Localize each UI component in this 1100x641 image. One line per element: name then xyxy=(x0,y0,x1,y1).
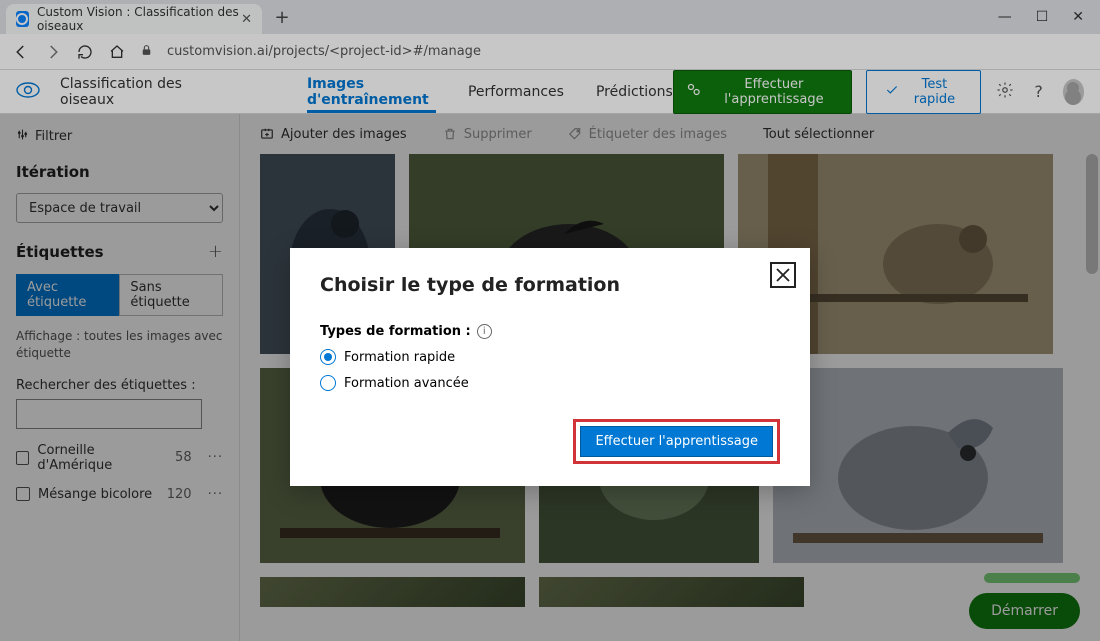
radio-advanced-training[interactable]: Formation avancée xyxy=(320,375,780,391)
check-icon xyxy=(885,83,899,101)
address-bar: customvision.ai/projects/<project-id>#/m… xyxy=(0,34,1100,70)
training-types-label: Types de formation : i xyxy=(320,324,780,339)
browser-tab-strip: Custom Vision : Classification des oisea… xyxy=(0,0,1100,34)
app-header: Classification des oiseaux Images d'entr… xyxy=(0,70,1100,114)
quick-test-button[interactable]: Test rapide xyxy=(866,70,981,114)
radio-label: Formation rapide xyxy=(344,350,455,365)
info-icon[interactable]: i xyxy=(477,324,492,339)
help-icon[interactable]: ? xyxy=(1029,82,1049,101)
train-button[interactable]: Effectuer l'apprentissage xyxy=(673,70,852,114)
minimize-icon[interactable]: — xyxy=(998,9,1012,25)
reload-icon[interactable] xyxy=(76,43,94,61)
app-tabs: Images d'entraînement Performances Prédi… xyxy=(307,70,673,113)
favicon-icon xyxy=(16,11,29,27)
new-tab-button[interactable]: + xyxy=(268,3,296,31)
gears-icon xyxy=(686,82,701,101)
radio-label: Formation avancée xyxy=(344,376,469,391)
avatar[interactable] xyxy=(1063,79,1084,105)
settings-icon[interactable] xyxy=(995,81,1015,103)
home-icon[interactable] xyxy=(108,43,126,61)
submit-training-button[interactable]: Effectuer l'apprentissage xyxy=(580,426,773,457)
train-button-label: Effectuer l'apprentissage xyxy=(709,77,839,107)
training-type-modal: Choisir le type de formation Types de fo… xyxy=(290,248,810,486)
tab-title: Custom Vision : Classification des oisea… xyxy=(37,5,241,33)
custom-vision-logo-icon xyxy=(16,82,40,102)
lock-icon xyxy=(140,44,153,60)
close-modal-button[interactable] xyxy=(770,262,796,288)
radio-icon xyxy=(320,349,336,365)
browser-tab[interactable]: Custom Vision : Classification des oisea… xyxy=(6,4,262,34)
modal-title: Choisir le type de formation xyxy=(320,274,780,296)
tab-predictions[interactable]: Prédictions xyxy=(596,70,673,113)
url-text[interactable]: customvision.ai/projects/<project-id>#/m… xyxy=(167,44,481,59)
radio-icon xyxy=(320,375,336,391)
project-title: Classification des oiseaux xyxy=(60,76,217,108)
back-icon[interactable] xyxy=(12,43,30,61)
quick-test-label: Test rapide xyxy=(907,77,962,107)
maximize-icon[interactable]: ☐ xyxy=(1036,9,1049,25)
window-controls: — ☐ ✕ xyxy=(998,9,1094,25)
radio-quick-training[interactable]: Formation rapide xyxy=(320,349,780,365)
close-window-icon[interactable]: ✕ xyxy=(1072,9,1084,25)
tab-performance[interactable]: Performances xyxy=(468,70,564,113)
tab-training-images[interactable]: Images d'entraînement xyxy=(307,70,436,113)
close-tab-icon[interactable]: ✕ xyxy=(241,12,252,27)
forward-icon[interactable] xyxy=(44,43,62,61)
highlight-annotation: Effectuer l'apprentissage xyxy=(573,419,780,464)
